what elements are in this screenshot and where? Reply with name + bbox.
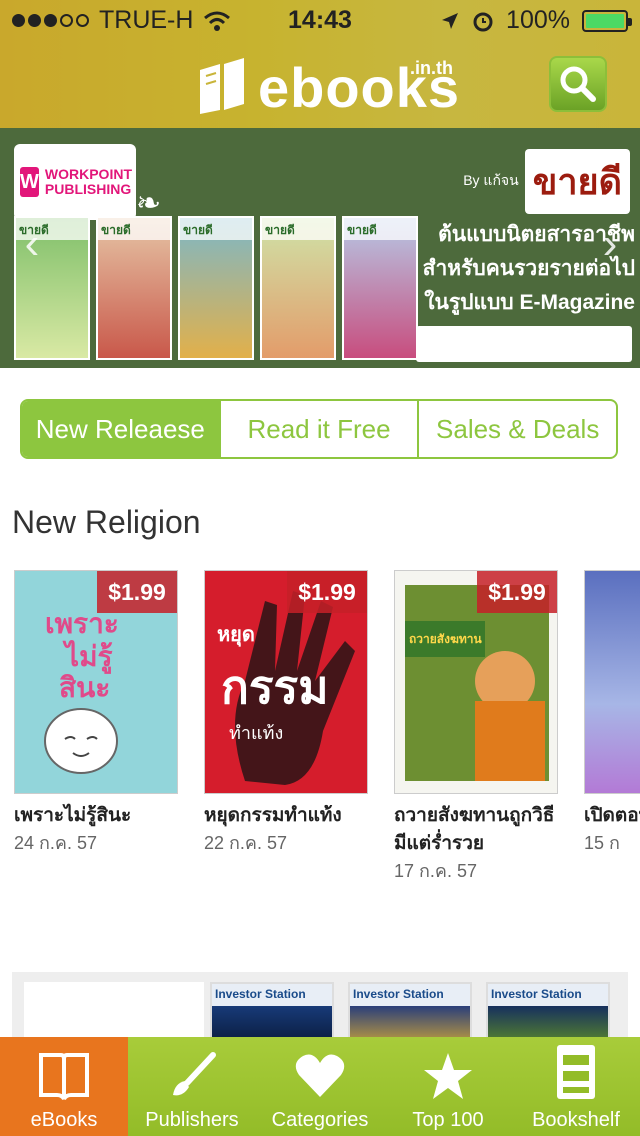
price-badge: $1.99 [287, 571, 367, 613]
book-cover: เพราะ ไม่รู้ สินะ $1.99 [14, 570, 178, 794]
book-cover: หยุด กรรม ทำแท้ง $1.99 [204, 570, 368, 794]
tab-label: Top 100 [412, 1109, 484, 1131]
book-date: 15 ก [584, 833, 620, 853]
magazine-cover: ขายดี [342, 216, 418, 360]
search-button[interactable] [549, 56, 607, 112]
magazine-by: By แก้จน [463, 172, 519, 188]
magazine-cover: ขายดี [96, 216, 172, 360]
search-icon [560, 66, 596, 102]
magazine-brand: By แก้จน ขายดี [463, 146, 630, 216]
magazine-thumb-title: Investor Station [488, 984, 608, 1006]
book-item[interactable]: หยุด กรรม ทำแท้ง $1.99 หยุดกรรมทำแท้ง 22… [204, 570, 370, 856]
book-title: หยุดกรรมทำแท้ง [204, 805, 342, 826]
segment-read-free[interactable]: Read it Free [221, 401, 420, 457]
tab-label: eBooks [30, 1109, 98, 1131]
magazine-thumb-title: Investor Station [350, 984, 470, 1006]
tab-publishers[interactable]: Publishers [128, 1037, 256, 1136]
status-right: 100% [440, 6, 632, 35]
battery-percent: 100% [506, 6, 570, 34]
magazine-cover: ขายดี [260, 216, 336, 360]
heart-icon [295, 1054, 345, 1097]
book-title: ถวายสังฆทานถูกวิธี มีแต่ร่ำรวย [394, 805, 555, 854]
publisher-logo-text: WORKPOINT PUBLISHING [44, 166, 132, 197]
battery-icon [582, 9, 632, 32]
book-cover [584, 570, 640, 794]
book-date: 17 ก.ค. 57 [394, 861, 477, 881]
svg-text:กรรม: กรรม [221, 660, 329, 714]
magazine-thumb[interactable]: Investor Station [486, 982, 610, 1042]
alarm-icon [473, 12, 493, 31]
publisher-w-icon: W [20, 167, 39, 197]
publisher-logo: W WORKPOINT PUBLISHING [14, 144, 136, 220]
magazine-thumb-title: Investor Station [212, 984, 332, 1006]
price-badge: $1.99 [477, 571, 557, 613]
banner-device-strip [416, 326, 632, 362]
book-icon [39, 1053, 89, 1101]
svg-text:ไม่รู้: ไม่รู้ [62, 640, 113, 674]
segment-new-release[interactable]: New Releaese [22, 401, 221, 457]
magazine-name: ขายดี [524, 148, 630, 214]
book-date: 22 ก.ค. 57 [204, 833, 287, 853]
magazine-thumb[interactable]: Investor Station [348, 982, 472, 1042]
magazine-cover: ขายดี [178, 216, 254, 360]
banner-prev-arrow-icon[interactable]: ‹ [12, 222, 52, 266]
brush-icon [173, 1052, 216, 1096]
book-item[interactable]: ถวายสังฆทาน $1.99 ถวายสังฆทานถูกวิธี มีแ… [394, 570, 560, 884]
bookshelf-icon [557, 1045, 595, 1099]
price-badge: $1.99 [97, 571, 177, 613]
tab-label: Publishers [145, 1109, 239, 1131]
strip-placeholder [24, 982, 204, 1042]
book-item[interactable]: เพราะ ไม่รู้ สินะ $1.99 เพราะไม่รู้สินะ … [14, 570, 180, 856]
logo-suffix: .in.th [410, 58, 453, 78]
magazine-thumb[interactable]: Investor Station [210, 982, 334, 1042]
tab-ebooks[interactable]: eBooks [0, 1037, 128, 1136]
filter-segmented-control: New Releaese Read it Free Sales & Deals [20, 399, 618, 459]
svg-text:ทำแท้ง: ทำแท้ง [229, 723, 283, 744]
svg-text:ถวายสังฆทาน: ถวายสังฆทาน [409, 632, 483, 646]
tab-bar: eBooks Publishers Categories Top 100 Boo… [0, 1037, 640, 1136]
book-list: เพราะ ไม่รู้ สินะ $1.99 เพราะไม่รู้สินะ … [14, 570, 640, 900]
segment-sales-deals[interactable]: Sales & Deals [419, 401, 616, 457]
tab-categories[interactable]: Categories [256, 1037, 384, 1136]
status-bar: TRUE-H 14:43 100% [0, 0, 640, 40]
magazine-covers: ขายดี ขายดี ขายดี ขายดี ขายดี [14, 216, 418, 360]
tab-label: Bookshelf [532, 1109, 620, 1131]
promo-banner[interactable]: W WORKPOINT PUBLISHING ❧ By แก้จน ขายดี … [0, 128, 640, 368]
book-title: เพราะไม่รู้สินะ [14, 805, 132, 826]
location-icon [442, 12, 459, 29]
book-date: 24 ก.ค. 57 [14, 833, 97, 853]
svg-text:หยุด: หยุด [217, 622, 255, 647]
book-cover: ถวายสังฆทาน $1.99 [394, 570, 558, 794]
section-title: New Religion [12, 504, 201, 540]
star-icon [424, 1053, 472, 1099]
book-logo-icon [200, 58, 244, 114]
tab-top-100[interactable]: Top 100 [384, 1037, 512, 1136]
tab-bookshelf[interactable]: Bookshelf [512, 1037, 640, 1136]
banner-tagline-line: ในรูปแบบ E-Magazine [424, 291, 635, 314]
book-title: เปิดตอบ [584, 805, 640, 826]
tab-label: Categories [271, 1109, 369, 1131]
banner-next-arrow-icon[interactable]: › [590, 222, 630, 266]
magazine-strip: Investor Station Investor Station Invest… [12, 972, 628, 1042]
svg-text:สินะ: สินะ [59, 671, 110, 704]
book-item[interactable]: เปิดตอบ 15 ก [584, 570, 640, 856]
